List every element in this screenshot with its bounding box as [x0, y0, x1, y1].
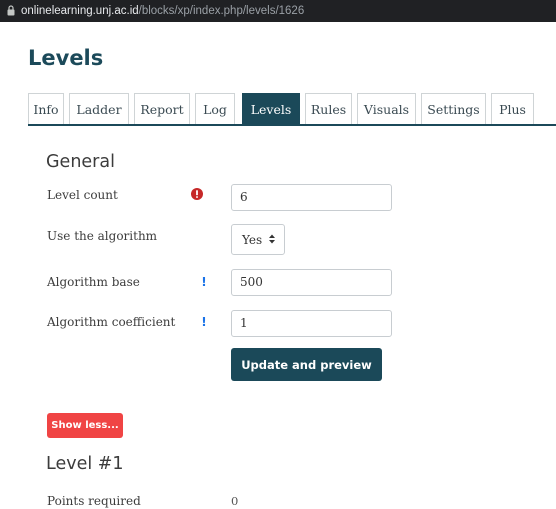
tab-visuals[interactable]: Visuals: [357, 93, 416, 124]
lock-icon: [7, 5, 15, 16]
tabs-underline: [28, 124, 556, 126]
algorithm-base-input[interactable]: 500: [231, 269, 392, 296]
update-and-preview-button[interactable]: Update and preview: [231, 348, 382, 381]
use-algorithm-label: Use the algorithm: [47, 229, 158, 243]
points-required-label: Points required: [47, 494, 141, 508]
tab-rules[interactable]: Rules: [305, 93, 352, 124]
url-host: onlinelearning.unj.ac.id: [21, 5, 139, 17]
required-exclamation-icon: [191, 188, 203, 200]
level-1-heading: Level #1: [46, 454, 124, 474]
level-count-input[interactable]: 6: [231, 184, 392, 211]
algorithm-coefficient-label: Algorithm coefficient: [47, 315, 176, 329]
tab-levels[interactable]: Levels: [242, 93, 300, 126]
tab-ladder[interactable]: Ladder: [69, 93, 129, 124]
tab-plus[interactable]: Plus: [491, 93, 534, 124]
show-less-button[interactable]: Show less...: [47, 413, 123, 438]
use-algorithm-value: Yes: [242, 233, 263, 247]
tab-log[interactable]: Log: [195, 93, 235, 124]
points-required-value: 0: [231, 494, 239, 508]
url-text[interactable]: onlinelearning.unj.ac.id/blocks/xp/index…: [21, 3, 304, 19]
page-title: Levels: [28, 46, 104, 70]
use-algorithm-select[interactable]: Yes: [231, 224, 285, 255]
url-path: /blocks/xp/index.php/levels/1626: [138, 5, 305, 17]
algorithm-coefficient-input[interactable]: 1: [231, 310, 392, 337]
tab-report[interactable]: Report: [134, 93, 190, 124]
help-icon[interactable]: !: [199, 315, 209, 329]
browser-url-bar[interactable]: onlinelearning.unj.ac.id/blocks/xp/index…: [0, 0, 556, 22]
sort-arrows-icon: [269, 234, 275, 244]
level-count-label: Level count: [47, 188, 118, 202]
help-icon[interactable]: !: [199, 275, 209, 289]
section-general-heading: General: [46, 152, 115, 172]
algorithm-base-label: Algorithm base: [47, 275, 140, 289]
tab-bar: Info Ladder Report Log Levels Rules Visu…: [28, 93, 556, 126]
tab-info[interactable]: Info: [28, 93, 64, 124]
tab-settings[interactable]: Settings: [421, 93, 486, 124]
